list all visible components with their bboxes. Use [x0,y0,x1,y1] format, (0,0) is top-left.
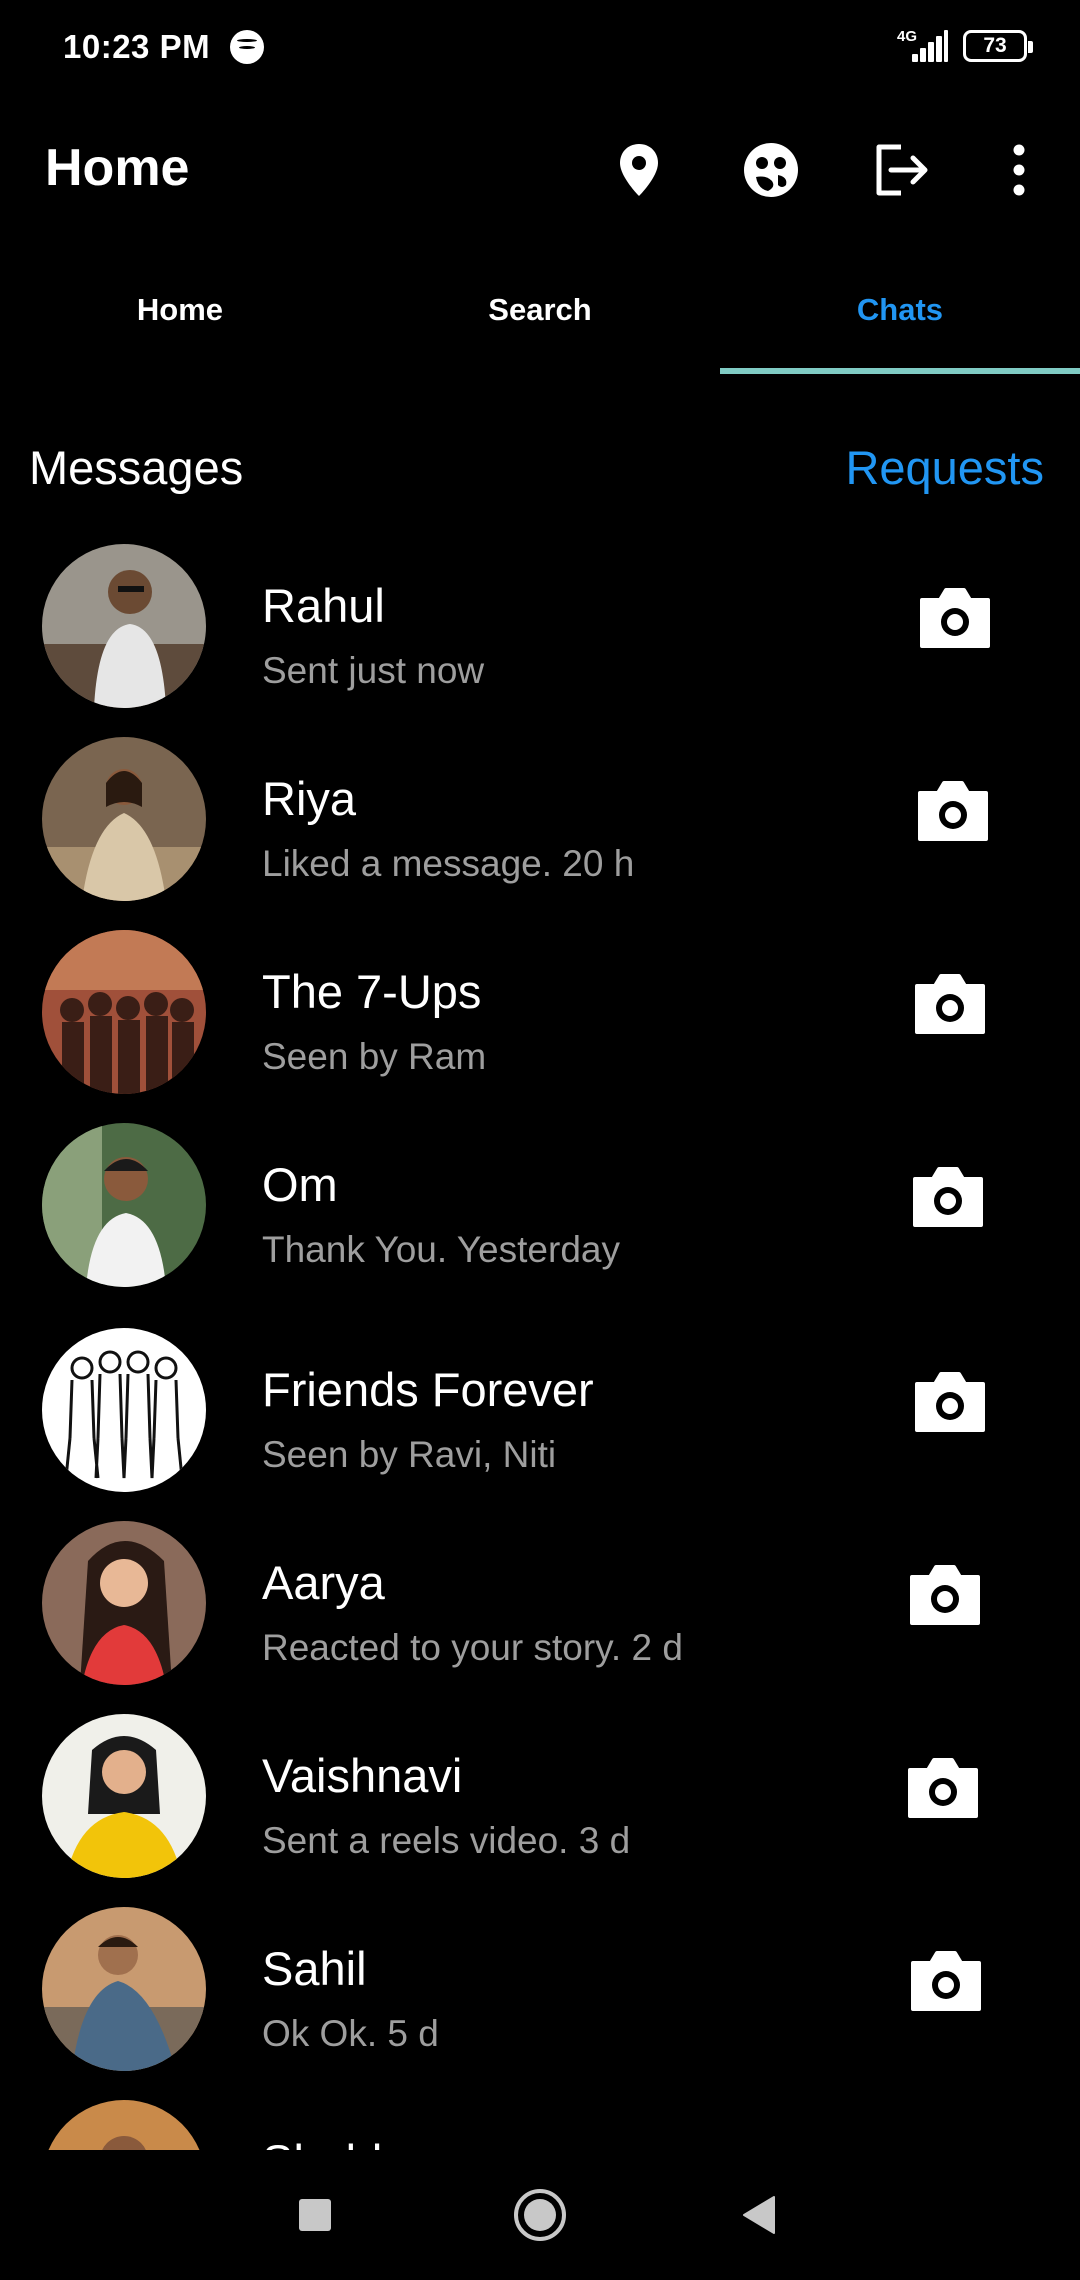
logout-icon[interactable] [866,134,938,206]
chat-status: Sent a reels video. 3 d [262,1820,631,1861]
chat-status: Seen by Ram [262,1036,487,1077]
chat-name: Shubh [262,2134,398,2150]
chat-row-the-7-ups[interactable]: The 7-Ups Seen by Ram [0,924,1080,1114]
chat-name: Sahil [262,1942,367,1995]
chat-row-shubh[interactable]: Shubh [0,2094,1080,2150]
camera-icon[interactable] [909,1949,983,2013]
tab-chats[interactable]: Chats [720,265,1080,375]
messages-title: Messages [29,441,244,494]
camera-icon[interactable] [918,586,992,650]
bitmoji-icon[interactable] [735,134,807,206]
camera-icon[interactable] [913,972,987,1036]
chat-row-friends-forever[interactable]: Friends Forever Seen by Ravi, Niti [0,1322,1080,1512]
back-triangle-icon[interactable] [725,2180,795,2250]
avatar[interactable] [42,1714,206,1878]
tab-home[interactable]: Home [0,265,360,375]
avatar[interactable] [42,1907,206,2071]
camera-icon[interactable] [911,1165,985,1229]
avatar[interactable] [42,544,206,708]
chat-name: Aarya [262,1556,385,1609]
camera-icon[interactable] [913,1370,987,1434]
camera-icon[interactable] [906,1756,980,1820]
chat-name: Vaishnavi [262,1749,463,1802]
chat-status: Ok Ok. 5 d [262,2013,439,2054]
chat-list[interactable]: Rahul Sent just now Riya Liked a message… [0,538,1080,2150]
avatar[interactable] [42,2100,206,2150]
status-time: 10:23 PM [63,28,211,65]
chat-row-sahil[interactable]: Sahil Ok Ok. 5 d [0,1901,1080,2091]
chat-row-om[interactable]: Om Thank You. Yesterday [0,1117,1080,1307]
app-bar: Home [0,110,1080,230]
avatar[interactable] [42,1328,206,1492]
tab-indicator [720,368,1080,374]
chat-status: Liked a message. 20 h [262,843,635,884]
chat-status: Thank You. Yesterday [262,1229,620,1270]
requests-link[interactable]: Requests [845,440,1044,495]
chat-row-rahul[interactable]: Rahul Sent just now [0,538,1080,728]
chat-row-aarya[interactable]: Aarya Reacted to your story. 2 d [0,1515,1080,1705]
chat-name: Riya [262,772,357,825]
chat-status: Sent just now [262,650,485,691]
tab-bar: Home Search Chats [0,265,1080,375]
more-vertical-icon[interactable] [983,134,1055,206]
page-title: Home [45,139,190,197]
chat-name: Om [262,1158,338,1211]
chat-name: Friends Forever [262,1363,594,1416]
tab-search[interactable]: Search [360,265,720,375]
camera-icon[interactable] [908,1563,982,1627]
camera-icon[interactable] [916,779,990,843]
avatar[interactable] [42,737,206,901]
recents-square-icon[interactable] [280,2180,350,2250]
battery-level: 73 [983,34,1007,57]
avatar[interactable] [42,930,206,1094]
spotify-icon [230,30,264,64]
messages-header: Messages Requests [0,440,1080,510]
status-bar: 10:23 PM 4G 73 [0,0,1080,96]
chat-name: Rahul [262,579,385,632]
avatar[interactable] [42,1521,206,1685]
signal-icon [910,30,948,62]
chat-status: Reacted to your story. 2 d [262,1627,683,1668]
chat-row-riya[interactable]: Riya Liked a message. 20 h [0,731,1080,921]
chat-row-vaishnavi[interactable]: Vaishnavi Sent a reels video. 3 d [0,1708,1080,1898]
battery-icon: 73 [963,30,1033,62]
home-circle-icon[interactable] [505,2180,575,2250]
chat-name: The 7-Ups [262,965,482,1018]
avatar[interactable] [42,1123,206,1287]
chat-status: Seen by Ravi, Niti [262,1434,557,1475]
location-pin-icon[interactable] [603,134,675,206]
system-nav-bar [0,2150,1080,2280]
